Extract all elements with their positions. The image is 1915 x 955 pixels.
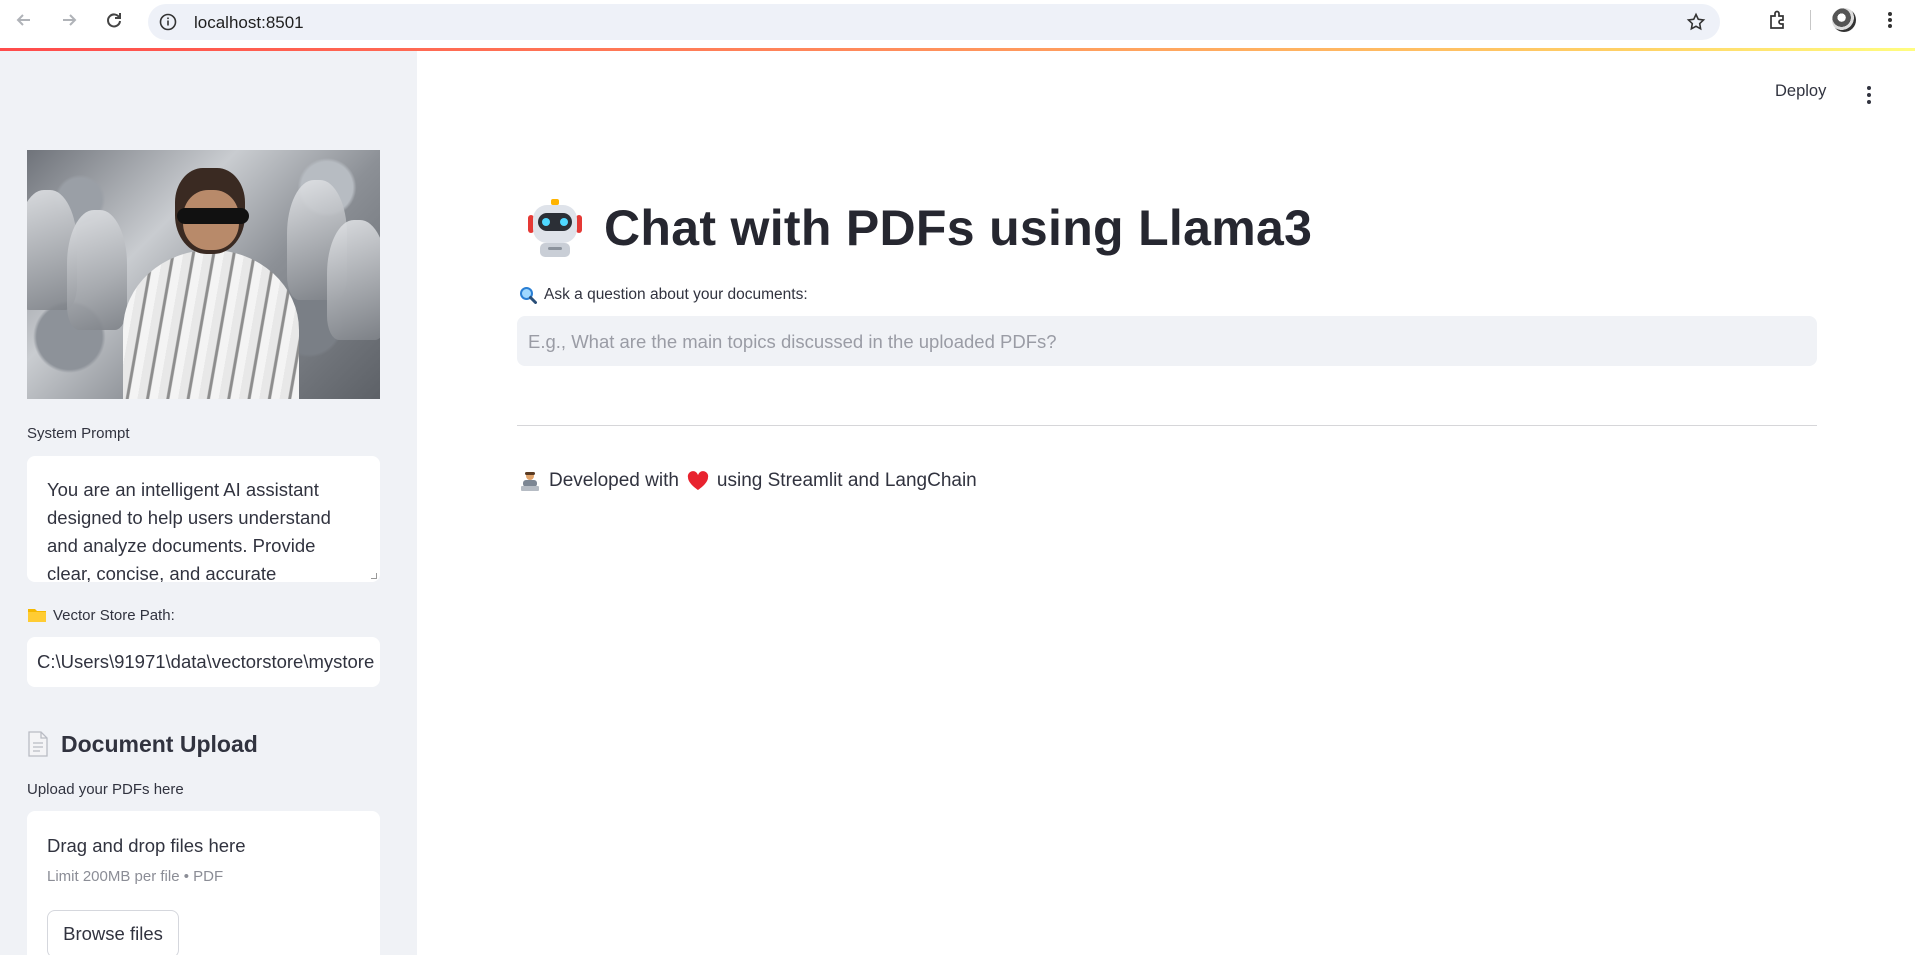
reload-button[interactable] xyxy=(100,6,128,34)
magnifier-icon xyxy=(520,287,537,304)
file-dropzone[interactable]: Drag and drop files here Limit 200MB per… xyxy=(27,811,380,955)
page-title-row: Chat with PDFs using Llama3 xyxy=(524,196,1312,260)
back-button[interactable] xyxy=(10,6,38,34)
back-arrow-icon xyxy=(16,14,30,26)
page-icon xyxy=(28,731,48,757)
reload-icon xyxy=(107,13,121,28)
document-upload-title: Document Upload xyxy=(61,730,258,757)
document-upload-heading: Document Upload xyxy=(27,727,258,761)
question-placeholder[interactable]: E.g., What are the main topics discussed… xyxy=(528,331,1057,352)
profile-avatar[interactable] xyxy=(1832,8,1856,32)
footer-suffix: using Streamlit and LangChain xyxy=(716,470,977,491)
divider xyxy=(517,425,1817,426)
ask-label: Ask a question about your documents: xyxy=(544,286,808,303)
deploy-button[interactable]: Deploy xyxy=(1775,82,1826,101)
sidebar-image xyxy=(27,150,380,399)
sidebar: System Prompt You are an intelligent AI … xyxy=(0,51,417,955)
vector-store-input[interactable]: C:\Users\91971\data\vectorstore\mystore xyxy=(27,637,380,687)
upload-label: Upload your PDFs here xyxy=(27,781,184,798)
browser-menu-icon[interactable] xyxy=(1878,8,1902,32)
technologist-icon xyxy=(521,472,539,491)
system-prompt-textarea[interactable]: You are an intelligent AI assistant desi… xyxy=(27,456,380,582)
dropzone-title: Drag and drop files here xyxy=(47,835,246,856)
heart-icon xyxy=(687,471,709,490)
toolbar-separator xyxy=(1810,10,1811,30)
main-menu-icon[interactable] xyxy=(1858,84,1880,106)
folder-icon xyxy=(28,609,46,622)
footer-prefix: Developed with xyxy=(549,470,679,491)
question-input[interactable]: E.g., What are the main topics discussed… xyxy=(517,316,1817,366)
ask-label-row: Ask a question about your documents: xyxy=(519,286,808,304)
vector-store-label: Vector Store Path: xyxy=(53,606,175,624)
dropzone-limit: Limit 200MB per file • PDF xyxy=(47,868,224,885)
resize-handle-icon[interactable] xyxy=(371,573,377,579)
browser-toolbar: localhost:8501 xyxy=(0,0,1915,50)
footer: Developed with using Streamlit and LangC… xyxy=(519,470,977,492)
forward-button[interactable] xyxy=(55,6,83,34)
browse-files-button[interactable]: Browse files xyxy=(47,910,179,955)
vector-store-label-row: Vector Store Path: xyxy=(27,606,175,624)
site-info-icon[interactable] xyxy=(158,12,178,32)
bookmark-star-icon[interactable] xyxy=(1686,12,1706,32)
vector-store-value[interactable]: C:\Users\91971\data\vectorstore\mystore xyxy=(37,651,374,672)
system-prompt-label: System Prompt xyxy=(27,425,130,442)
system-prompt-text[interactable]: You are an intelligent AI assistant desi… xyxy=(47,479,331,582)
extensions-icon[interactable] xyxy=(1766,8,1790,32)
url-text[interactable]: localhost:8501 xyxy=(194,13,304,33)
robot-icon xyxy=(524,197,586,259)
page-title: Chat with PDFs using Llama3 xyxy=(604,200,1313,256)
address-bar[interactable]: localhost:8501 xyxy=(148,4,1720,40)
forward-arrow-icon xyxy=(63,14,77,26)
